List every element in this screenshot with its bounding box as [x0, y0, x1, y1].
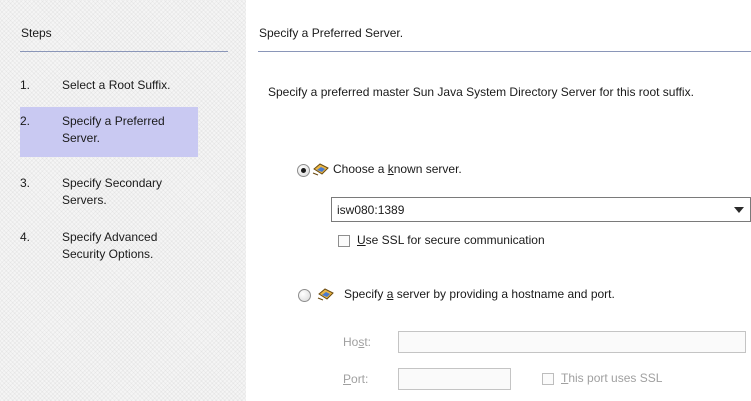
step-specify-preferred-server[interactable]: 2. Specify a Preferred Server.	[20, 107, 198, 157]
known-server-value: isw080:1389	[337, 203, 405, 217]
page-title: Specify a Preferred Server.	[259, 26, 404, 40]
use-ssl-checkbox[interactable]	[338, 235, 350, 247]
server-wizard-icon	[317, 288, 334, 301]
step-label: Specify Advanced Security Options.	[62, 230, 158, 261]
use-ssl-label[interactable]: Use SSL for secure communication	[357, 233, 545, 247]
chevron-down-icon[interactable]	[734, 207, 744, 213]
server-wizard-icon	[312, 163, 329, 176]
step-specify-secondary-servers[interactable]: 3. Specify Secondary Servers.	[20, 175, 198, 211]
known-server-label[interactable]: Choose a known server.	[333, 162, 462, 176]
step-number: 3.	[20, 176, 31, 190]
page-description: Specify a preferred master Sun Java Syst…	[268, 85, 694, 99]
step-specify-advanced-security[interactable]: 4. Specify Advanced Security Options.	[20, 229, 198, 265]
known-server-radio[interactable]	[297, 164, 310, 177]
step-label: Specify a Preferred Server.	[62, 114, 165, 145]
port-label: Port:	[343, 372, 369, 386]
step-label: Select a Root Suffix.	[62, 78, 171, 92]
known-server-select[interactable]: isw080:1389	[331, 197, 751, 222]
host-port-radio[interactable]	[298, 289, 311, 302]
step-number: 1.	[20, 78, 31, 92]
step-select-root-suffix[interactable]: 1. Select a Root Suffix.	[20, 77, 198, 97]
step-number: 4.	[20, 230, 31, 244]
host-input[interactable]	[398, 331, 746, 353]
step-label: Specify Secondary Servers.	[62, 176, 163, 207]
host-port-label[interactable]: Specify a server by providing a hostname…	[344, 287, 615, 301]
steps-title: Steps	[21, 26, 52, 40]
steps-pane: Steps 1. Select a Root Suffix. 2. Specif…	[0, 0, 246, 401]
steps-divider	[20, 51, 228, 52]
host-label: Host:	[343, 335, 372, 349]
port-ssl-label[interactable]: This port uses SSL	[561, 371, 662, 385]
title-divider	[258, 51, 751, 52]
step-number: 2.	[20, 114, 31, 128]
radio-selected-dot	[301, 168, 306, 173]
port-ssl-checkbox[interactable]	[542, 373, 554, 385]
port-input[interactable]	[398, 368, 511, 390]
